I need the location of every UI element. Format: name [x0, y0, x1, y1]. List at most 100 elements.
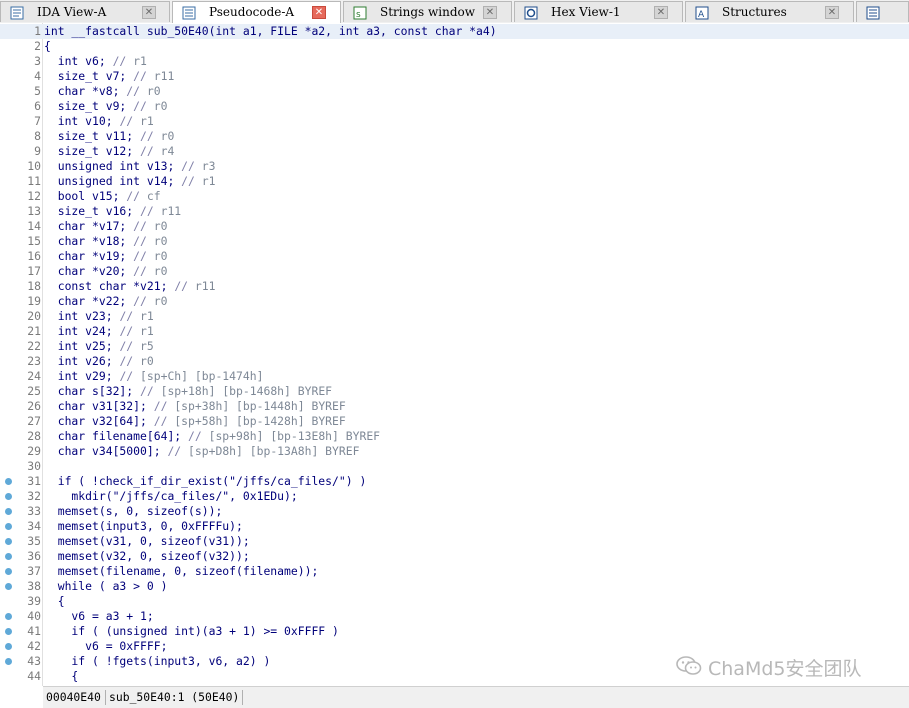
- close-tab-icon[interactable]: ✕: [142, 6, 156, 19]
- code-line[interactable]: 3 int v6; // r1: [0, 54, 909, 69]
- code-line[interactable]: 5 char *v8; // r0: [0, 84, 909, 99]
- tab-label: Hex View-1: [551, 5, 621, 19]
- tab-label: Strings window: [380, 5, 476, 19]
- code-line[interactable]: 4 size_t v7; // r11: [0, 69, 909, 84]
- line-number: 6: [34, 99, 41, 113]
- tab-hex-view-1[interactable]: Hex View-1 ✕: [514, 1, 683, 22]
- close-tab-icon[interactable]: ✕: [825, 6, 839, 19]
- code-text: bool v15; // cf: [44, 189, 161, 203]
- close-tab-icon[interactable]: ✕: [312, 6, 326, 19]
- tab-strings-window[interactable]: s Strings window ✕: [343, 1, 512, 22]
- code-line[interactable]: 8 size_t v11; // r0: [0, 129, 909, 144]
- code-line[interactable]: 42 v6 = 0xFFFF;: [0, 639, 909, 654]
- code-line[interactable]: 40 v6 = a3 + 1;: [0, 609, 909, 624]
- code-line[interactable]: 38 while ( a3 > 0 ): [0, 579, 909, 594]
- code-text: memset(v32, 0, sizeof(v32));: [44, 549, 250, 563]
- code-line[interactable]: 26 char v31[32]; // [sp+38h] [bp-1448h] …: [0, 399, 909, 414]
- code-line[interactable]: 14 char *v17; // r0: [0, 219, 909, 234]
- line-number: 18: [27, 279, 41, 293]
- line-number: 29: [27, 444, 41, 458]
- code-line[interactable]: 25 char s[32]; // [sp+18h] [bp-1468h] BY…: [0, 384, 909, 399]
- line-number: 34: [27, 519, 41, 533]
- status-bar: 00040E40 sub_50E40:1 (50E40): [43, 686, 909, 708]
- line-number: 22: [27, 339, 41, 353]
- line-number: 25: [27, 384, 41, 398]
- code-text: char *v19; // r0: [44, 249, 168, 263]
- code-text: char v31[32]; // [sp+38h] [bp-1448h] BYR…: [44, 399, 346, 413]
- pseudocode-editor[interactable]: 1 int __fastcall sub_50E40(int a1, FILE *…: [0, 23, 909, 686]
- code-line[interactable]: 29 char v34[5000]; // [sp+D8h] [bp-13A8h…: [0, 444, 909, 459]
- ida-view-icon: [10, 5, 24, 20]
- code-line[interactable]: 1 int __fastcall sub_50E40(int a1, FILE *…: [0, 24, 909, 39]
- code-text: char *v22; // r0: [44, 294, 168, 308]
- code-text: int v29; // [sp+Ch] [bp-1474h]: [44, 369, 264, 383]
- code-text: v6 = 0xFFFF;: [44, 639, 168, 653]
- code-line[interactable]: 12 bool v15; // cf: [0, 189, 909, 204]
- close-tab-icon[interactable]: ✕: [483, 6, 497, 19]
- line-number: 7: [34, 114, 41, 128]
- line-number: 10: [27, 159, 41, 173]
- code-text: while ( a3 > 0 ): [44, 579, 168, 593]
- code-line[interactable]: 11 unsigned int v14; // r1: [0, 174, 909, 189]
- line-number: 27: [27, 414, 41, 428]
- svg-text:A: A: [698, 10, 705, 20]
- code-line[interactable]: 34 memset(input3, 0, 0xFFFFu);: [0, 519, 909, 534]
- code-line[interactable]: 9 size_t v12; // r4: [0, 144, 909, 159]
- code-line[interactable]: 10 unsigned int v13; // r3: [0, 159, 909, 174]
- code-line[interactable]: 27 char v32[64]; // [sp+58h] [bp-1428h] …: [0, 414, 909, 429]
- code-text: int v23; // r1: [44, 309, 154, 323]
- code-line[interactable]: 15 char *v18; // r0: [0, 234, 909, 249]
- code-line[interactable]: 19 char *v22; // r0: [0, 294, 909, 309]
- code-line[interactable]: 32 mkdir("/jffs/ca_files/", 0x1EDu);: [0, 489, 909, 504]
- watermark-text: ChaMd5安全团队: [708, 658, 862, 680]
- code-line[interactable]: 23 int v26; // r0: [0, 354, 909, 369]
- tab-label: Pseudocode-A: [209, 5, 295, 19]
- hex-view-icon: [524, 5, 538, 20]
- code-text: int v26; // r0: [44, 354, 154, 368]
- code-line[interactable]: 24 int v29; // [sp+Ch] [bp-1474h]: [0, 369, 909, 384]
- code-line[interactable]: 37 memset(filename, 0, sizeof(filename))…: [0, 564, 909, 579]
- tab-ida-view-a[interactable]: IDA View-A ✕: [0, 1, 170, 22]
- code-text: v6 = a3 + 1;: [44, 609, 154, 623]
- code-line[interactable]: 16 char *v19; // r0: [0, 249, 909, 264]
- line-number: 30: [27, 459, 41, 473]
- code-text: int __fastcall sub_50E40(int a1, FILE *a…: [44, 24, 497, 38]
- code-line[interactable]: 21 int v24; // r1: [0, 324, 909, 339]
- tab-structures[interactable]: A Structures ✕: [685, 1, 854, 22]
- code-line[interactable]: 30: [0, 459, 909, 474]
- line-number: 13: [27, 204, 41, 218]
- code-text: char *v8; // r0: [44, 84, 161, 98]
- code-line[interactable]: 22 int v25; // r5: [0, 339, 909, 354]
- code-line[interactable]: 2{: [0, 39, 909, 54]
- code-line[interactable]: 36 memset(v32, 0, sizeof(v32));: [0, 549, 909, 564]
- code-line[interactable]: 6 size_t v9; // r0: [0, 99, 909, 114]
- status-address: 00040E40: [46, 690, 101, 704]
- code-line[interactable]: 33 memset(s, 0, sizeof(s));: [0, 504, 909, 519]
- code-text: size_t v11; // r0: [44, 129, 175, 143]
- line-number: 12: [27, 189, 41, 203]
- code-line[interactable]: 41 if ( (unsigned int)(a3 + 1) >= 0xFFFF…: [0, 624, 909, 639]
- line-number: 21: [27, 324, 41, 338]
- code-line[interactable]: 31 if ( !check_if_dir_exist("/jffs/ca_fi…: [0, 474, 909, 489]
- line-number: 1: [34, 24, 41, 38]
- close-tab-icon[interactable]: ✕: [654, 6, 668, 19]
- code-text: int v24; // r1: [44, 324, 154, 338]
- code-line[interactable]: 13 size_t v16; // r11: [0, 204, 909, 219]
- line-number: 39: [27, 594, 41, 608]
- code-text: memset(s, 0, sizeof(s));: [44, 504, 223, 518]
- code-line[interactable]: 20 int v23; // r1: [0, 309, 909, 324]
- code-line[interactable]: 7 int v10; // r1: [0, 114, 909, 129]
- line-number: 5: [34, 84, 41, 98]
- code-line[interactable]: 35 memset(v31, 0, sizeof(v31));: [0, 534, 909, 549]
- status-location: sub_50E40:1 (50E40): [109, 690, 240, 704]
- code-text: unsigned int v14; // r1: [44, 174, 216, 188]
- code-line[interactable]: 17 char *v20; // r0: [0, 264, 909, 279]
- line-number: 17: [27, 264, 41, 278]
- code-line[interactable]: 39 {: [0, 594, 909, 609]
- tab-enums[interactable]: [856, 1, 909, 22]
- code-text: int v25; // r5: [44, 339, 154, 353]
- tab-pseudocode-a[interactable]: Pseudocode-A ✕: [172, 1, 341, 23]
- code-line[interactable]: 18 const char *v21; // r11: [0, 279, 909, 294]
- code-line[interactable]: 28 char filename[64]; // [sp+98h] [bp-13…: [0, 429, 909, 444]
- code-text: size_t v16; // r11: [44, 204, 182, 218]
